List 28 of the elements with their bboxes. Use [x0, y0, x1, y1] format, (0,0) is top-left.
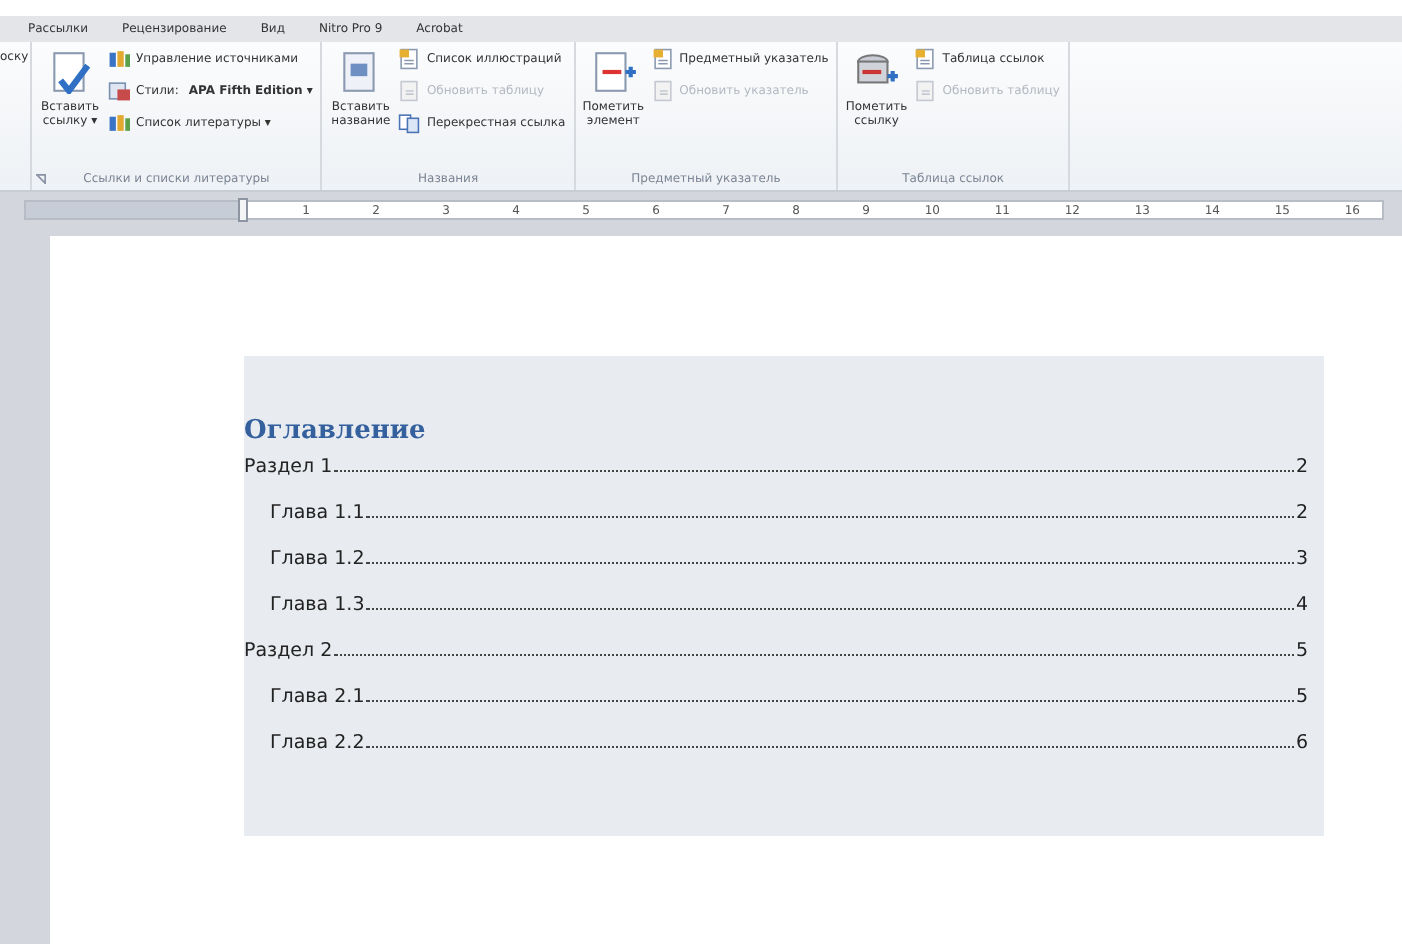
update-table-icon — [914, 80, 937, 102]
list-icon — [651, 48, 674, 70]
toc-entry-title[interactable]: Глава 1.3 — [270, 592, 365, 618]
page-number: 2 — [1295, 500, 1308, 526]
books-icon — [108, 112, 130, 134]
page-number: 5 — [1295, 684, 1308, 710]
page-number: 6 — [1295, 730, 1308, 756]
cross-reference-icon — [398, 112, 421, 134]
toc-entry-title[interactable]: Раздел 2 — [244, 638, 333, 664]
list-icon — [914, 48, 937, 70]
update-table-icon — [651, 80, 674, 102]
toc-entry-title[interactable]: Глава 1.1 — [270, 500, 365, 526]
document-plus-icon — [589, 50, 638, 94]
toc-entry-title[interactable]: Глава 1.2 — [270, 546, 365, 572]
update-table-icon — [398, 80, 421, 102]
toc-entry-title[interactable]: Раздел 1 — [244, 454, 333, 480]
page-number: 2 — [1295, 454, 1308, 480]
page-number: 5 — [1295, 638, 1308, 664]
page-number: 4 — [1295, 592, 1308, 618]
indent-marker[interactable] — [238, 198, 248, 222]
list-icon — [398, 48, 421, 70]
page-number: 3 — [1295, 546, 1308, 572]
toc-entry-title[interactable]: Глава 2.1 — [270, 684, 365, 710]
toc-heading: Оглавление — [244, 416, 428, 450]
styles-icon — [108, 80, 130, 102]
toc-entry-title[interactable]: Глава 2.2 — [270, 730, 365, 756]
dialog-launcher-icon[interactable] — [36, 174, 46, 184]
books-icon — [108, 48, 130, 70]
